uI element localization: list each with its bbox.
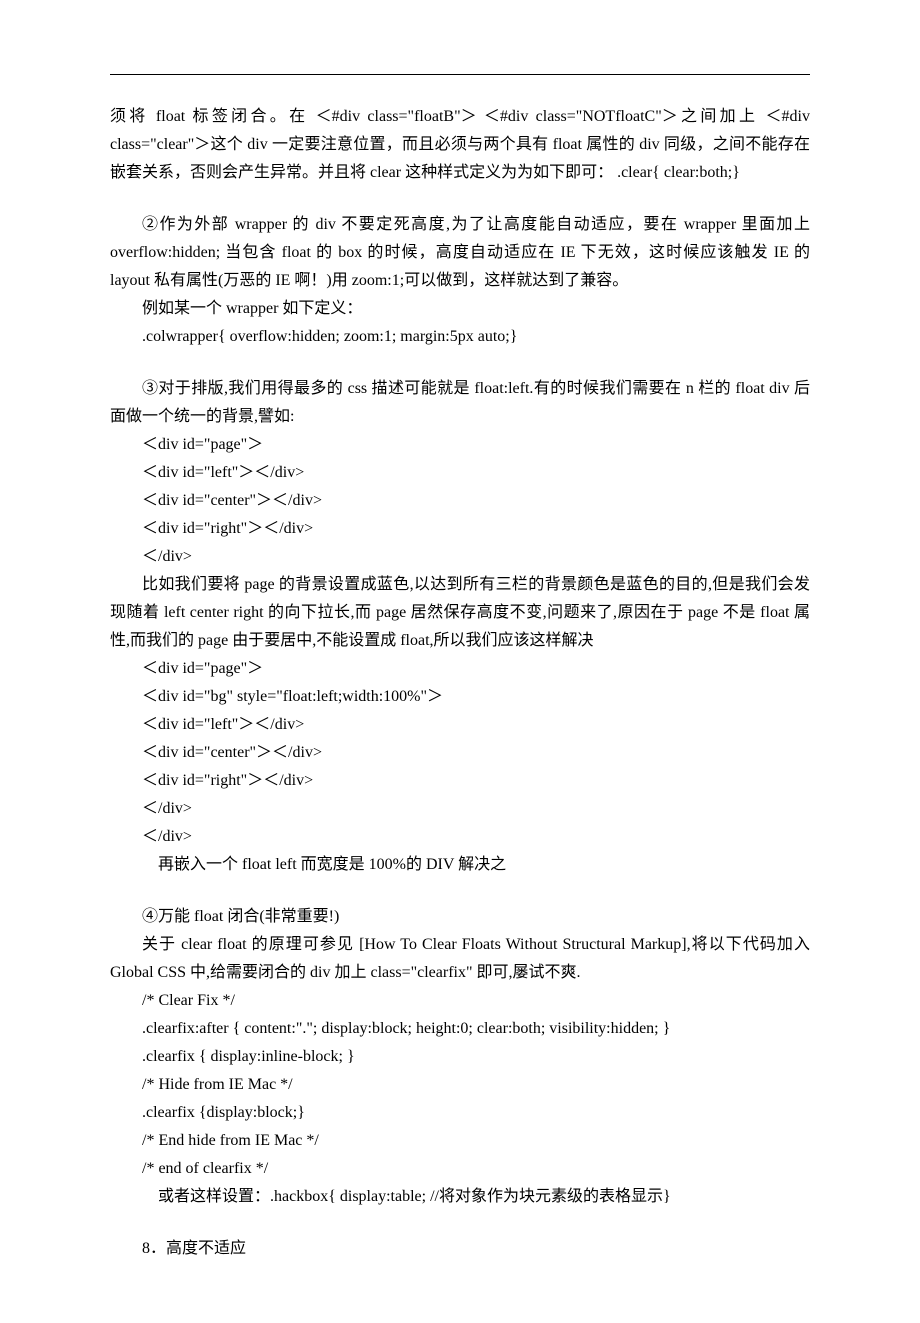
blank-line — [110, 187, 810, 211]
code-block2-line1: ＜div id="page"＞ — [110, 655, 810, 683]
clearfix-line2: .clearfix:after { content:"."; display:b… — [110, 1015, 810, 1043]
code-colwrapper: .colwrapper{ overflow:hidden; zoom:1; ma… — [110, 323, 810, 351]
clearfix-line6: /* End hide from IE Mac */ — [110, 1127, 810, 1155]
header-rule — [110, 74, 810, 75]
heading-8: 8．高度不适应 — [110, 1235, 810, 1263]
clearfix-line7: /* end of clearfix */ — [110, 1155, 810, 1183]
code-block2-line7: ＜/div> — [110, 823, 810, 851]
clearfix-line1: /* Clear Fix */ — [110, 987, 810, 1015]
code-block1-line2: ＜div id="left"＞＜/div> — [110, 459, 810, 487]
code-block2-line2: ＜div id="bg" style="float:left;width:100… — [110, 683, 810, 711]
paragraph-2: ②作为外部 wrapper 的 div 不要定死高度,为了让高度能自动适应，要在… — [110, 211, 810, 295]
paragraph-7: 关于 clear float 的原理可参见 [How To Clear Floa… — [110, 931, 810, 987]
blank-line — [110, 1211, 810, 1235]
clearfix-line5: .clearfix {display:block;} — [110, 1099, 810, 1127]
code-block1-line3: ＜div id="center"＞＜/div> — [110, 487, 810, 515]
paragraph-2a: 例如某一个 wrapper 如下定义： — [110, 295, 810, 323]
paragraph-3: ③对于排版,我们用得最多的 css 描述可能就是 float:left.有的时候… — [110, 375, 810, 431]
code-block1-line1: ＜div id="page"＞ — [110, 431, 810, 459]
paragraph-1: 须将 float 标签闭合。在 ＜#div class="floatB"＞ ＜#… — [110, 103, 810, 187]
code-block2-line6: ＜/div> — [110, 795, 810, 823]
code-block2-line3: ＜div id="left"＞＜/div> — [110, 711, 810, 739]
paragraph-6: ④万能 float 闭合(非常重要!) — [110, 903, 810, 931]
blank-line — [110, 879, 810, 903]
clearfix-line4: /* Hide from IE Mac */ — [110, 1071, 810, 1099]
blank-line — [110, 351, 810, 375]
clearfix-line3: .clearfix { display:inline-block; } — [110, 1043, 810, 1071]
document-page: 须将 float 标签闭合。在 ＜#div class="floatB"＞ ＜#… — [0, 0, 920, 1323]
paragraph-8: 或者这样设置：.hackbox{ display:table; //将对象作为块… — [110, 1183, 810, 1211]
code-block1-line5: ＜/div> — [110, 543, 810, 571]
paragraph-4: 比如我们要将 page 的背景设置成蓝色,以达到所有三栏的背景颜色是蓝色的目的,… — [110, 571, 810, 655]
code-block1-line4: ＜div id="right"＞＜/div> — [110, 515, 810, 543]
code-block2-line5: ＜div id="right"＞＜/div> — [110, 767, 810, 795]
paragraph-5: 再嵌入一个 float left 而宽度是 100%的 DIV 解决之 — [110, 851, 810, 879]
code-block2-line4: ＜div id="center"＞＜/div> — [110, 739, 810, 767]
